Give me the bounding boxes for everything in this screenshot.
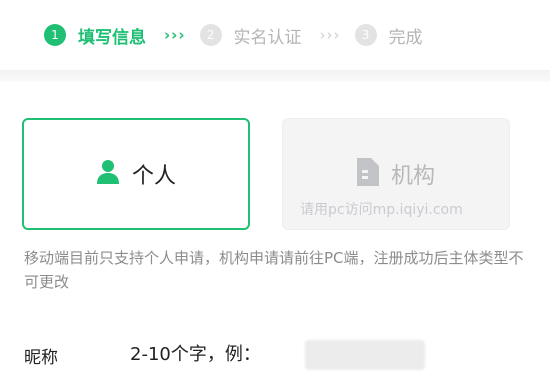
person-icon xyxy=(96,159,120,189)
redacted-example-mask xyxy=(305,340,425,370)
step-fill-info: 1 填写信息 xyxy=(44,23,146,48)
progress-steps: 1 填写信息 ››› 2 实名认证 ››› 3 完成 xyxy=(0,0,550,70)
nickname-label: 昵称 xyxy=(24,348,58,368)
step-complete: 3 完成 xyxy=(354,23,423,48)
step-verify: 2 实名认证 xyxy=(199,23,302,48)
section-divider xyxy=(0,70,550,82)
step-number-2: 2 xyxy=(199,24,222,46)
chevron-right-icon: ››› xyxy=(319,26,341,44)
document-icon xyxy=(356,158,379,190)
account-type-personal-label: 个人 xyxy=(131,164,176,189)
register-page: 1 填写信息 ››› 2 实名认证 ››› 3 完成 个人 机构 请用pc访问m… xyxy=(0,0,550,385)
account-type-organization-label: 机构 xyxy=(390,164,435,189)
step-label-fill-info: 填写信息 xyxy=(78,27,146,48)
step-label-verify: 实名认证 xyxy=(233,27,302,48)
account-type-personal-card[interactable]: 个人 xyxy=(22,118,250,230)
step-number-1: 1 xyxy=(44,24,66,46)
chevron-right-icon: ››› xyxy=(164,26,186,44)
step-number-3: 3 xyxy=(354,24,377,46)
organization-pc-hint: 请用pc访问mp.iqiyi.com xyxy=(300,202,463,218)
step-label-complete: 完成 xyxy=(388,27,423,48)
account-type-notice: 移动端目前只支持个人申请，机构申请请前往PC端，注册成功后主体类型不可更改 xyxy=(24,249,524,291)
